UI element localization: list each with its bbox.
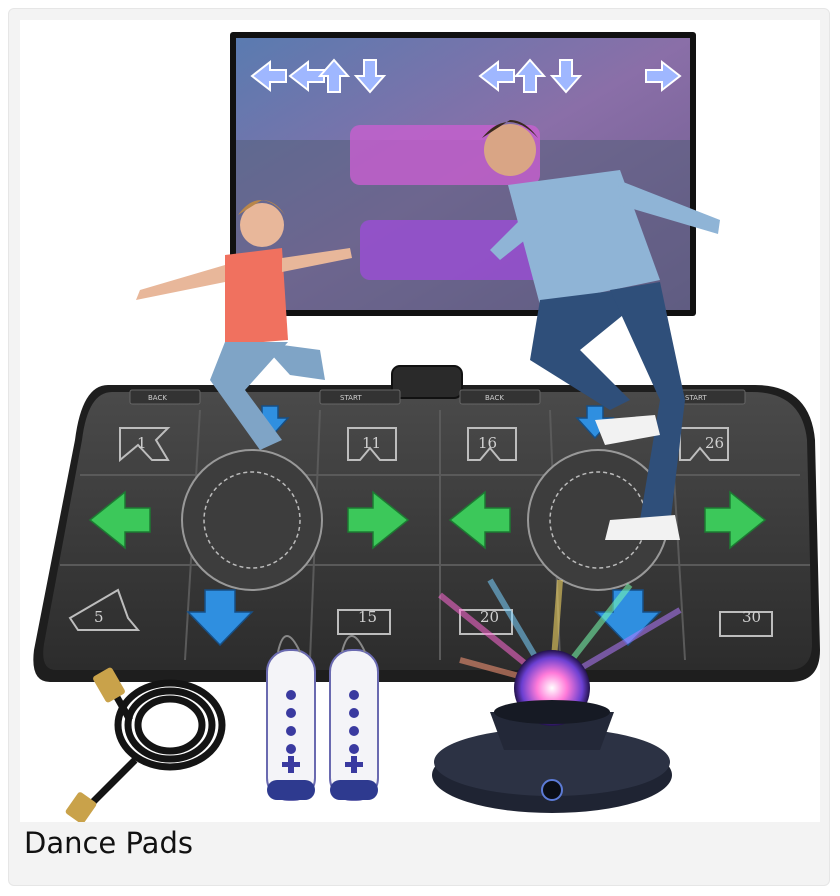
pad-number: 20 xyxy=(480,608,499,626)
product-illustration: 1 11 16 26 5 15 20 30 BACK START BACK ST… xyxy=(33,32,820,822)
pad-label: BACK xyxy=(148,394,167,402)
product-card[interactable]: 1 11 16 26 5 15 20 30 BACK START BACK ST… xyxy=(8,8,830,886)
pad-number: 15 xyxy=(358,608,377,626)
pad-number: 16 xyxy=(478,434,497,452)
product-title[interactable]: Dance Pads xyxy=(24,826,193,861)
pad-label: START xyxy=(340,394,362,402)
pad-number: 5 xyxy=(94,608,104,626)
pad-number: 11 xyxy=(362,434,381,452)
pad-label: START xyxy=(685,394,707,402)
pad-number: 26 xyxy=(705,434,724,452)
product-image[interactable]: 1 11 16 26 5 15 20 30 BACK START BACK ST… xyxy=(20,20,820,822)
dance-mat: 1 11 16 26 5 15 20 30 BACK START BACK ST… xyxy=(33,365,820,682)
pad-label: BACK xyxy=(485,394,504,402)
pad-number: 30 xyxy=(742,608,761,626)
pad-number: 1 xyxy=(137,434,147,452)
